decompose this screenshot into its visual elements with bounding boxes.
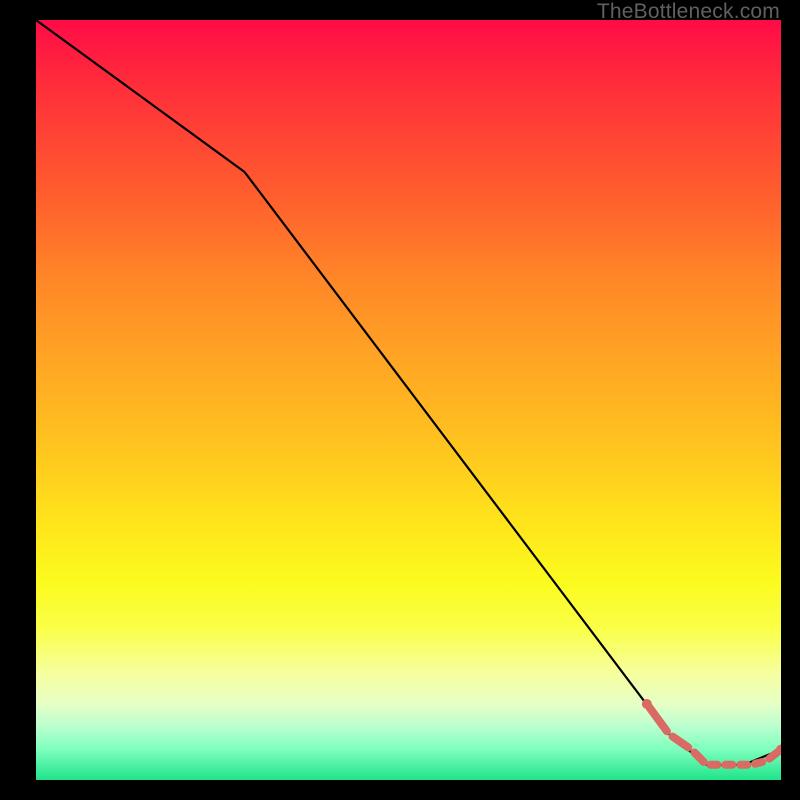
plot-area (36, 20, 781, 780)
curve-line (36, 20, 781, 765)
watermark-text: TheBottleneck.com (597, 0, 780, 24)
plot-overlay-svg (36, 20, 781, 780)
flat-highlight-series (642, 699, 781, 765)
stage: TheBottleneck.com (0, 0, 800, 800)
